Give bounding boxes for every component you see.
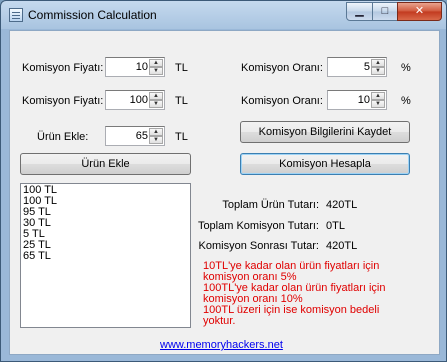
- stepper-up-icon[interactable]: ▲: [371, 59, 385, 67]
- stepper-up-icon[interactable]: ▲: [149, 92, 163, 100]
- total-products-label: Toplam Ürün Tutarı:: [222, 199, 319, 211]
- add-product-label: Ürün Ekle:: [37, 131, 89, 143]
- commission-rate-input-2[interactable]: [329, 92, 372, 108]
- stepper-down-icon[interactable]: ▼: [149, 100, 163, 108]
- commission-price-unit-2: TL: [175, 95, 188, 107]
- commission-price-label-2: Komisyon Fiyatı:: [22, 95, 104, 107]
- stepper-up-icon[interactable]: ▲: [371, 92, 385, 100]
- commission-rate-label-1: Komisyon Oranı:: [241, 62, 323, 74]
- commission-price-input-1[interactable]: [107, 59, 150, 75]
- minimize-button[interactable]: ▁: [346, 2, 373, 21]
- commission-price-label-1: Komisyon Fiyatı:: [22, 62, 104, 74]
- save-commission-info-button[interactable]: Komisyon Bilgilerini Kaydet: [240, 121, 410, 143]
- list-item[interactable]: 65 TL: [23, 251, 188, 262]
- note-line: yoktur.: [203, 315, 236, 327]
- after-commission-label: Komisyon Sonrası Tutar:: [198, 240, 319, 252]
- product-price-input[interactable]: [107, 128, 150, 144]
- commission-price-unit-1: TL: [175, 62, 188, 74]
- commission-price-input-2[interactable]: [107, 92, 150, 108]
- close-button[interactable]: ✕: [397, 2, 442, 21]
- add-product-button[interactable]: Ürün Ekle: [20, 153, 191, 175]
- commission-rate-stepper-2[interactable]: ▲ ▼: [327, 90, 387, 110]
- website-link[interactable]: www.memoryhackers.net: [160, 339, 283, 351]
- commission-rate-label-2: Komisyon Oranı:: [241, 95, 323, 107]
- total-commission-label: Toplam Komisyon Tutarı:: [197, 220, 319, 232]
- commission-rate-unit-1: %: [401, 62, 411, 74]
- app-window: Commission Calculation ▁ □ ✕ Komisyon Fi…: [0, 0, 447, 362]
- total-commission-value: 0TL: [326, 220, 345, 232]
- commission-price-stepper-2[interactable]: ▲ ▼: [105, 90, 165, 110]
- stepper-down-icon[interactable]: ▼: [149, 67, 163, 75]
- commission-price-stepper-1[interactable]: ▲ ▼: [105, 57, 165, 77]
- product-price-stepper[interactable]: ▲ ▼: [105, 126, 165, 146]
- stepper-down-icon[interactable]: ▼: [149, 136, 163, 144]
- calculate-commission-button[interactable]: Komisyon Hesapla: [240, 153, 410, 175]
- product-price-unit: TL: [175, 131, 188, 143]
- stepper-up-icon[interactable]: ▲: [149, 128, 163, 136]
- commission-rate-unit-2: %: [401, 95, 411, 107]
- maximize-button[interactable]: □: [372, 2, 398, 21]
- stepper-down-icon[interactable]: ▼: [371, 100, 385, 108]
- product-listbox[interactable]: 100 TL 100 TL 95 TL 30 TL 5 TL 25 TL 65 …: [20, 183, 191, 328]
- window-title: Commission Calculation: [28, 8, 157, 22]
- form-client-area: Komisyon Fiyatı: ▲ ▼ TL Komisyon Oranı: …: [9, 30, 440, 355]
- after-commission-value: 420TL: [326, 240, 358, 252]
- stepper-down-icon[interactable]: ▼: [371, 67, 385, 75]
- total-products-value: 420TL: [326, 199, 358, 211]
- app-icon: [9, 8, 23, 22]
- commission-rules-note: 10TL'ye kadar olan ürün fiyatları için k…: [203, 261, 403, 327]
- stepper-up-icon[interactable]: ▲: [149, 59, 163, 67]
- title-bar[interactable]: Commission Calculation ▁ □ ✕: [1, 1, 446, 29]
- commission-rate-stepper-1[interactable]: ▲ ▼: [327, 57, 387, 77]
- commission-rate-input-1[interactable]: [329, 59, 372, 75]
- list-item[interactable]: 30 TL: [23, 218, 188, 229]
